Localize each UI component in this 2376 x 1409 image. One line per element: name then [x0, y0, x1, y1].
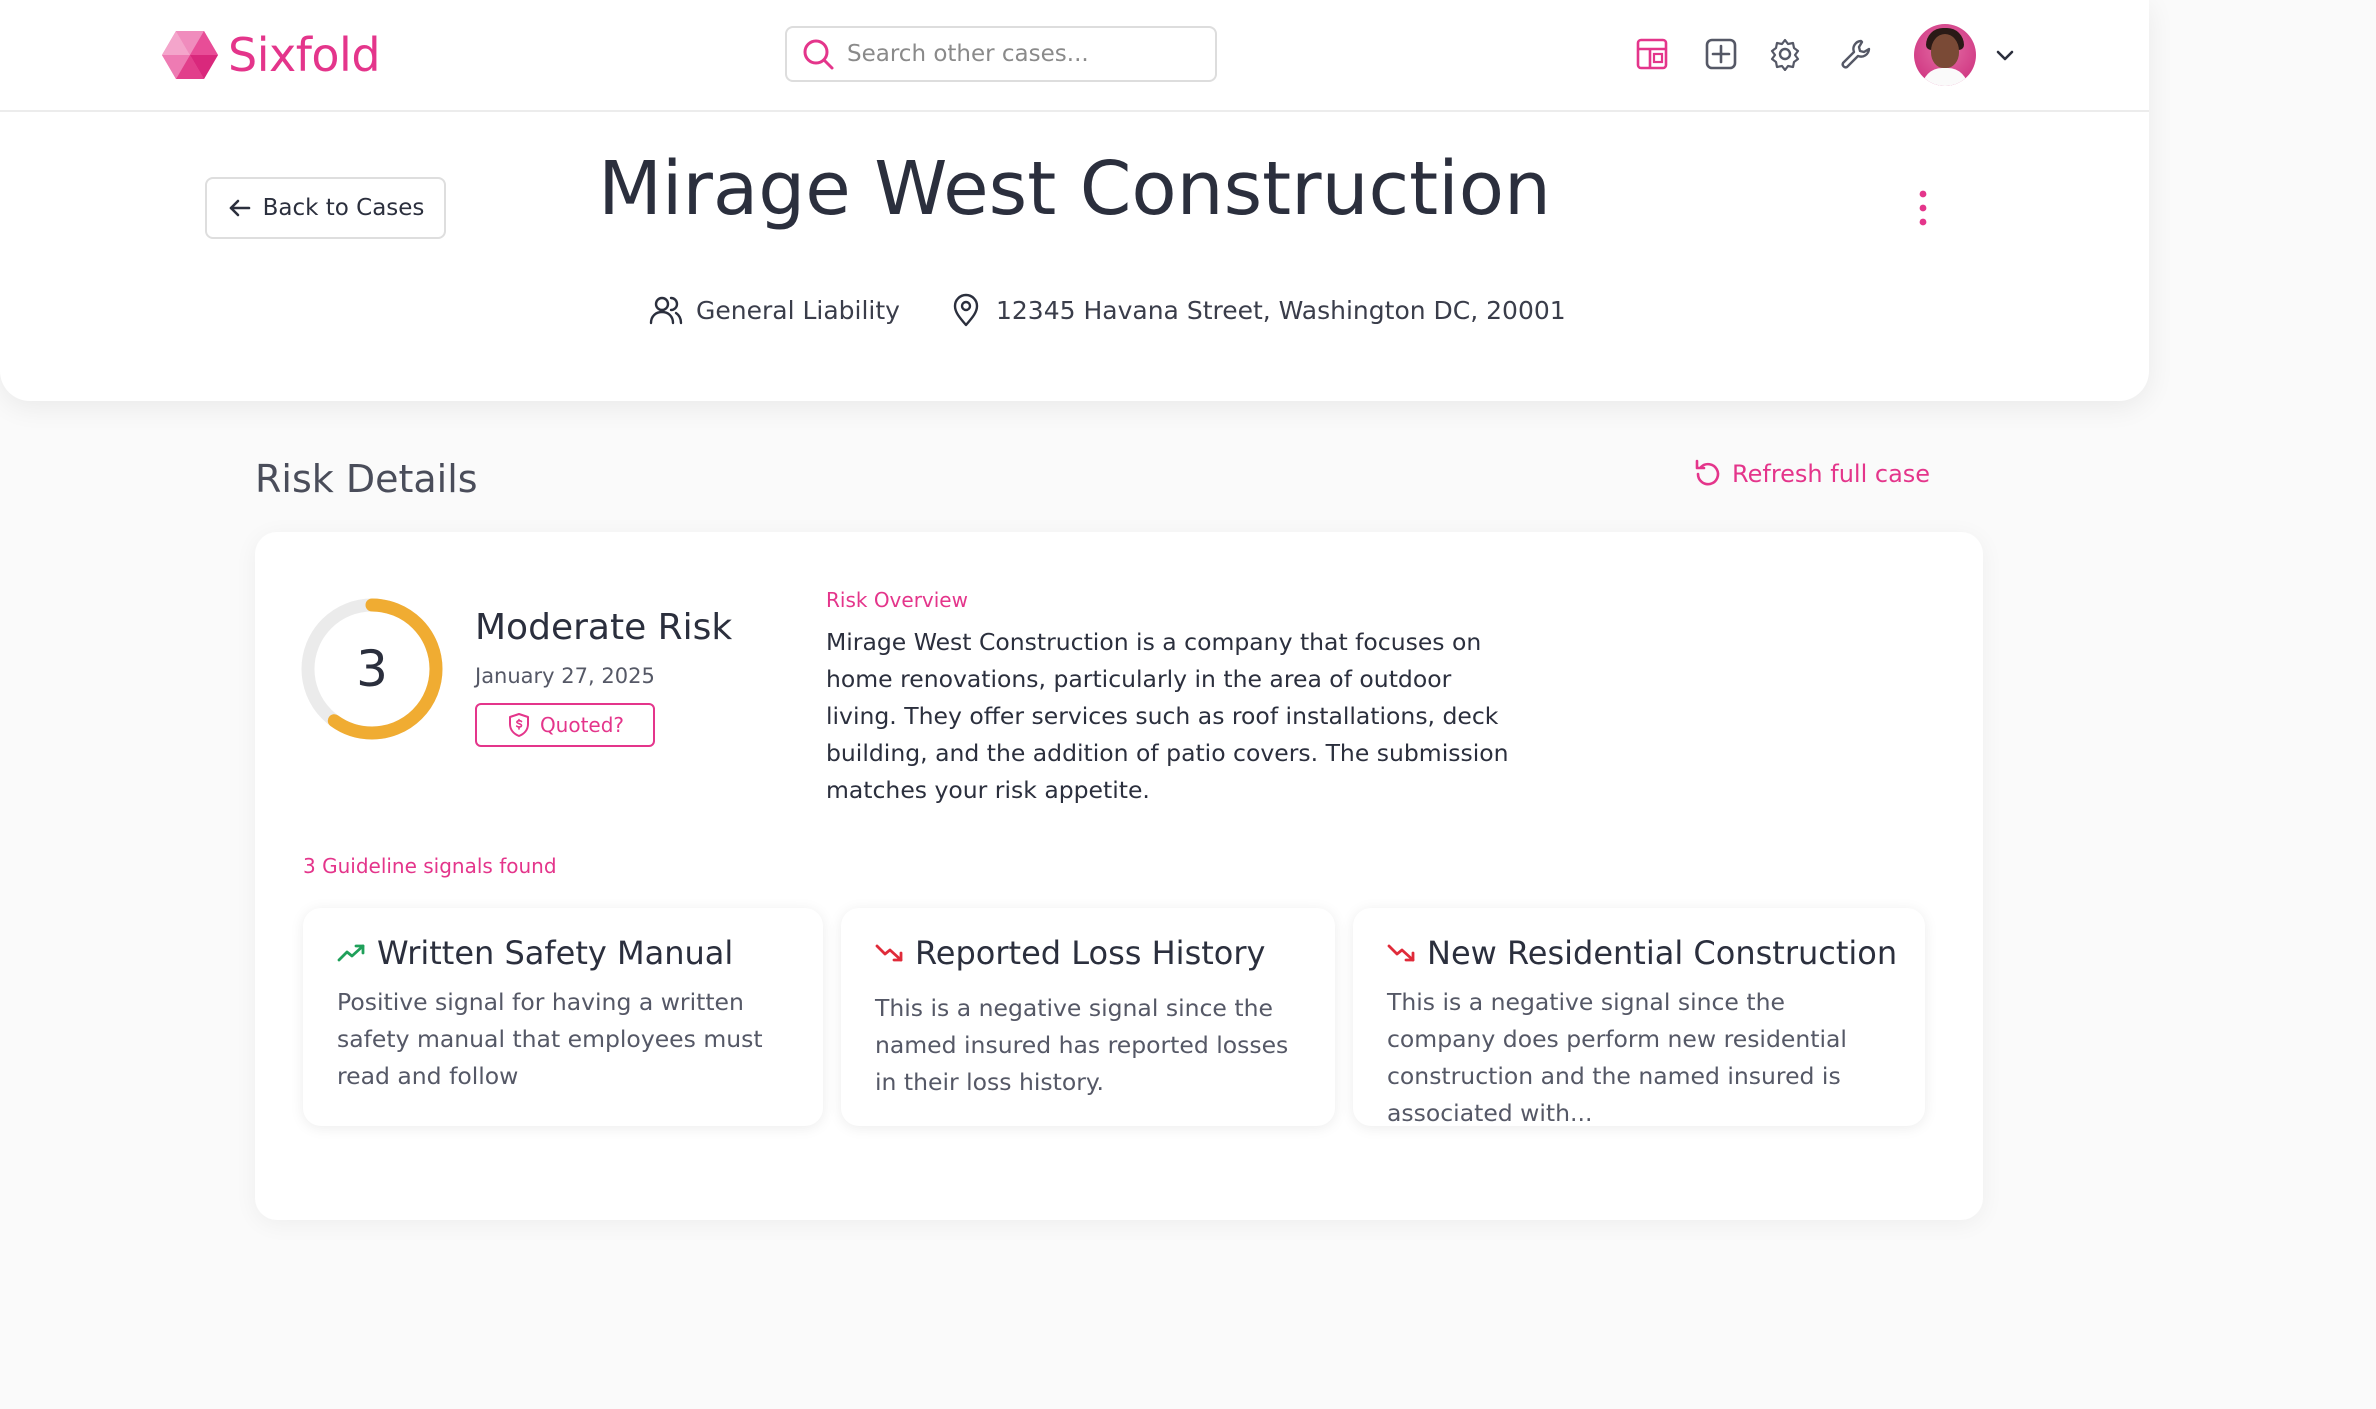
- user-avatar[interactable]: [1914, 24, 1976, 86]
- add-case-button[interactable]: [1703, 36, 1739, 72]
- location-pin-icon: [953, 293, 979, 327]
- signal-card-new-residential[interactable]: New Residential Construction This is a n…: [1353, 908, 1925, 1127]
- risk-details-card: 3 Moderate Risk January 27, 2025 Quoted?…: [255, 532, 1983, 1220]
- trend-up-icon: [337, 944, 365, 962]
- signal-title: New Residential Construction: [1387, 934, 1897, 972]
- signal-title-text: Reported Loss History: [915, 934, 1266, 972]
- search-input[interactable]: [845, 40, 1189, 68]
- trend-down-icon: [875, 944, 903, 962]
- signals-count-label: 3 Guideline signals found: [303, 854, 557, 878]
- signal-title: Written Safety Manual: [337, 934, 789, 972]
- signal-description: This is a negative signal since the name…: [875, 994, 1289, 1096]
- risk-date: January 27, 2025: [475, 664, 655, 688]
- signal-description: Positive signal for having a written saf…: [337, 988, 763, 1090]
- signal-card-loss-history[interactable]: Reported Loss History This is a negative…: [841, 908, 1335, 1126]
- dashboard-button[interactable]: [1634, 36, 1670, 72]
- shield-dollar-icon: [508, 713, 529, 737]
- users-icon: [649, 296, 683, 325]
- risk-overview-text: Mirage West Construction is a company th…: [826, 628, 1509, 804]
- address-text: 12345 Havana Street, Washington DC, 2000…: [996, 295, 1566, 325]
- settings-button[interactable]: [1767, 36, 1803, 72]
- add-case-icon: [1705, 38, 1737, 70]
- refresh-label: Refresh full case: [1732, 460, 1931, 488]
- risk-level: Moderate Risk: [475, 607, 733, 648]
- signal-title: Reported Loss History: [875, 934, 1301, 972]
- tools-button[interactable]: [1838, 36, 1874, 72]
- quoted-button[interactable]: Quoted?: [475, 703, 655, 747]
- section-title: Risk Details: [255, 457, 478, 501]
- page-background: Sixfold Search other cases... Back to Ca…: [0, 0, 2376, 1409]
- sixfold-logo[interactable]: Sixfold: [162, 28, 381, 82]
- signal-title-text: Written Safety Manual: [377, 934, 734, 972]
- chevron-down-icon[interactable]: [1992, 42, 2018, 68]
- signal-card-safety-manual[interactable]: Written Safety Manual Positive signal fo…: [303, 908, 823, 1126]
- more-options-icon[interactable]: [1910, 186, 1936, 230]
- line-of-business-text: General Liability: [696, 295, 900, 325]
- logo-text: Sixfold: [228, 28, 381, 82]
- search-box[interactable]: [785, 26, 1217, 82]
- risk-score: 3: [356, 640, 388, 698]
- risk-overview-label: Risk Overview: [826, 588, 968, 612]
- refresh-icon: [1695, 459, 1720, 486]
- line-of-business: General Liability: [648, 290, 900, 330]
- hexagon-logo-icon: [162, 31, 218, 79]
- page-title: Mirage West Construction: [598, 146, 1551, 232]
- case-header-card: Sixfold Search other cases... Back to Ca…: [0, 0, 2149, 401]
- gear-icon: [1770, 38, 1800, 71]
- trend-down-icon: [1387, 944, 1415, 962]
- refresh-case-button[interactable]: Refresh full case: [1692, 458, 1930, 490]
- signal-description: This is a negative signal since the comp…: [1387, 988, 1847, 1127]
- dashboard-icon: [1636, 38, 1668, 70]
- search-icon: [803, 39, 834, 70]
- top-navbar: Sixfold: [0, 0, 2149, 112]
- address: 12345 Havana Street, Washington DC, 2000…: [948, 290, 1566, 330]
- wrench-icon: [1841, 39, 1871, 69]
- quoted-label: Quoted?: [539, 713, 625, 737]
- signal-title-text: New Residential Construction: [1427, 934, 1898, 972]
